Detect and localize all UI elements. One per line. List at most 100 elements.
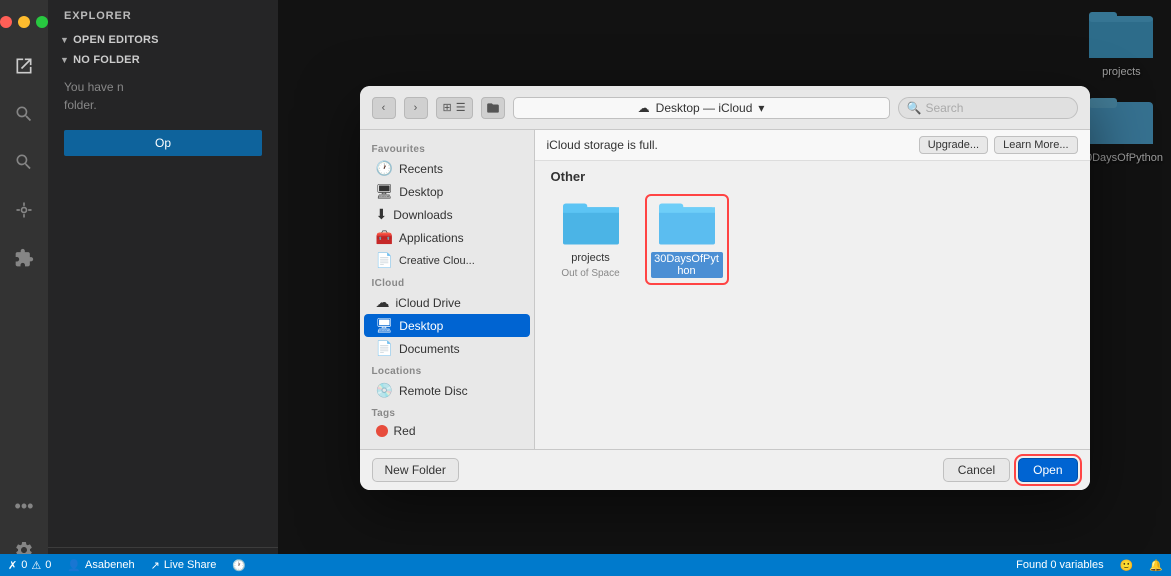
downloads-icon: ⬇ bbox=[376, 206, 388, 223]
errors-count: 0 bbox=[21, 559, 27, 571]
warning-icon: ⚠ bbox=[31, 559, 41, 572]
error-icon: ✗ bbox=[8, 559, 17, 572]
debug-icon[interactable] bbox=[10, 196, 38, 224]
icloud-title: iCloud bbox=[360, 272, 534, 291]
finder-toolbar: ‹ › ⊞ ☰ ☁ Desktop — iCloud ▾ 🔍 bbox=[360, 86, 1090, 130]
user-icon: 👤 bbox=[67, 559, 81, 572]
finder-footer: New Folder Cancel Open bbox=[360, 449, 1090, 490]
sidebar-item-desktop-icloud[interactable]: 🖥 Desktop bbox=[364, 314, 530, 337]
warnings-count: 0 bbox=[45, 559, 51, 571]
search-box[interactable]: 🔍 Search bbox=[898, 97, 1078, 119]
forward-button[interactable]: › bbox=[404, 97, 428, 119]
applications-icon: 🧰 bbox=[376, 229, 393, 246]
upgrade-button[interactable]: Upgrade... bbox=[919, 136, 988, 154]
folder-icon-30days bbox=[659, 200, 715, 248]
location-text: Desktop — iCloud bbox=[656, 101, 753, 115]
explorer-icon[interactable] bbox=[10, 52, 38, 80]
maximize-button[interactable] bbox=[36, 16, 48, 28]
sidebar-item-downloads[interactable]: ⬇ Downloads bbox=[364, 203, 530, 226]
finder-body: Favourites 🕐 Recents 🖥 Desktop ⬇ Downloa… bbox=[360, 130, 1090, 449]
cancel-button[interactable]: Cancel bbox=[943, 458, 1010, 482]
favourites-title: Favourites bbox=[360, 138, 534, 157]
sidebar-item-documents[interactable]: 📄 Documents bbox=[364, 337, 530, 360]
content-section-label: Other bbox=[535, 161, 1090, 188]
finder-dialog: ‹ › ⊞ ☰ ☁ Desktop — iCloud ▾ 🔍 bbox=[360, 86, 1090, 490]
live-share-label: Live Share bbox=[164, 559, 217, 571]
open-editors-header[interactable]: ▼ OPEN EDITORS bbox=[48, 30, 278, 50]
icloud-message: iCloud storage is full. bbox=[547, 138, 658, 152]
new-folder-button[interactable]: New Folder bbox=[372, 458, 459, 482]
finder-main: iCloud storage is full. Upgrade... Learn… bbox=[535, 130, 1090, 449]
sidebar-item-recents[interactable]: 🕐 Recents bbox=[364, 157, 530, 180]
remote-disc-icon: 💿 bbox=[376, 382, 393, 399]
chevron-down-icon: ▼ bbox=[60, 35, 69, 45]
grid-view-icon: ⊞ bbox=[443, 101, 452, 114]
icloud-drive-icon: ☁ bbox=[376, 294, 390, 311]
folder-item-projects[interactable]: projects Out of Space bbox=[551, 196, 631, 283]
folder-item-30days[interactable]: 30DaysOfPython bbox=[647, 196, 727, 283]
finder-content-area: projects Out of Space bbox=[535, 188, 1090, 449]
search-placeholder: Search bbox=[925, 101, 963, 115]
share-icon: ↗ bbox=[151, 559, 160, 572]
no-folder-header[interactable]: ▼ NO FOLDER bbox=[48, 50, 278, 70]
sidebar-title: EXPLORER bbox=[48, 0, 278, 30]
vscode-sidebar: EXPLORER ▼ OPEN EDITORS ▼ NO FOLDER You … bbox=[48, 0, 278, 576]
status-bar: ✗ 0 ⚠ 0 👤 Asabeneh ↗ Live Share 🕐 Found … bbox=[0, 554, 1171, 576]
back-button[interactable]: ‹ bbox=[372, 97, 396, 119]
documents-icon: 📄 bbox=[376, 340, 393, 357]
folder-name-30days: 30DaysOfPython bbox=[651, 252, 723, 278]
sidebar-item-icloud-drive[interactable]: ☁ iCloud Drive bbox=[364, 291, 530, 314]
extensions-icon[interactable] bbox=[10, 244, 38, 272]
notifications-item[interactable]: 🔔 bbox=[1149, 559, 1163, 572]
open-folder-button[interactable]: Op bbox=[64, 130, 262, 156]
recents-icon: 🕐 bbox=[376, 160, 393, 177]
folder-subtitle-projects: Out of Space bbox=[561, 268, 619, 279]
traffic-lights bbox=[0, 8, 48, 32]
clock-item[interactable]: 🕐 bbox=[232, 559, 246, 572]
list-view-icon: ☰ bbox=[456, 101, 466, 114]
user-item[interactable]: 👤 Asabeneh bbox=[67, 559, 134, 572]
live-share-item[interactable]: ↗ Live Share bbox=[151, 559, 217, 572]
creative-cloud-icon: 📄 bbox=[376, 252, 393, 269]
open-button[interactable]: Open bbox=[1018, 458, 1077, 482]
sidebar-item-remote-disc[interactable]: 💿 Remote Disc bbox=[364, 379, 530, 402]
variables-text: Found 0 variables bbox=[1016, 559, 1103, 571]
errors-item[interactable]: ✗ 0 ⚠ 0 bbox=[8, 559, 51, 572]
tags-title: Tags bbox=[360, 402, 534, 421]
folder-icon-projects bbox=[563, 200, 619, 248]
variables-item: Found 0 variables bbox=[1016, 559, 1103, 571]
dropdown-arrow-icon: ▾ bbox=[758, 101, 764, 115]
red-tag-icon bbox=[376, 425, 388, 437]
icloud-banner: iCloud storage is full. Upgrade... Learn… bbox=[535, 130, 1090, 161]
view-toggle[interactable]: ⊞ ☰ bbox=[436, 97, 473, 119]
dialog-buttons: Cancel Open bbox=[943, 458, 1078, 482]
bell-icon: 🔔 bbox=[1149, 559, 1163, 572]
sidebar-item-desktop-fav[interactable]: 🖥 Desktop bbox=[364, 180, 530, 203]
sidebar-item-tag-red[interactable]: Red bbox=[364, 421, 530, 441]
icloud-actions: Upgrade... Learn More... bbox=[919, 136, 1078, 154]
finder-sidebar: Favourites 🕐 Recents 🖥 Desktop ⬇ Downloa… bbox=[360, 130, 535, 449]
main-area: projects 30DaysOfPython ‹ › ⊞ ☰ bbox=[278, 0, 1171, 576]
smiley-icon: 🙂 bbox=[1120, 559, 1134, 572]
more-icon[interactable]: ••• bbox=[10, 492, 38, 520]
activity-bar: ••• bbox=[0, 0, 48, 576]
location-dropdown[interactable]: ☁ Desktop — iCloud ▾ bbox=[513, 97, 890, 119]
close-button[interactable] bbox=[0, 16, 12, 28]
search-magnifier-icon: 🔍 bbox=[907, 101, 922, 115]
cloud-icon: ☁ bbox=[638, 101, 650, 115]
smiley-item[interactable]: 🙂 bbox=[1120, 559, 1134, 572]
minimize-button[interactable] bbox=[18, 16, 30, 28]
sidebar-item-applications[interactable]: 🧰 Applications bbox=[364, 226, 530, 249]
desktop-icloud-icon: 🖥 bbox=[376, 317, 394, 334]
dialog-overlay: ‹ › ⊞ ☰ ☁ Desktop — iCloud ▾ 🔍 bbox=[278, 0, 1171, 576]
status-right: Found 0 variables 🙂 🔔 bbox=[1016, 559, 1163, 572]
sidebar-item-creative-cloud[interactable]: 📄 Creative Clou... bbox=[364, 249, 530, 272]
learn-more-button[interactable]: Learn More... bbox=[994, 136, 1077, 154]
clock-icon: 🕐 bbox=[232, 559, 246, 572]
source-control-icon[interactable] bbox=[10, 148, 38, 176]
chevron-right-icon: ▼ bbox=[60, 55, 69, 65]
folder-name-projects: projects bbox=[571, 252, 610, 264]
search-icon[interactable] bbox=[10, 100, 38, 128]
new-folder-toolbar-button[interactable] bbox=[481, 97, 505, 119]
username: Asabeneh bbox=[85, 559, 135, 571]
